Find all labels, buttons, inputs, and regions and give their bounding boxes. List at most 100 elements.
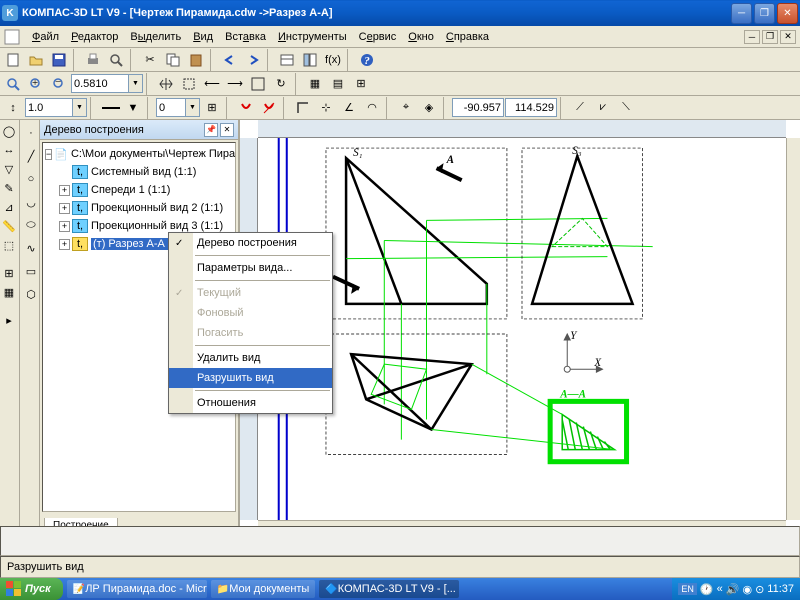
menu-file[interactable]: Файл — [26, 29, 65, 45]
tray-clock[interactable]: 11:37 — [767, 583, 794, 595]
style-button[interactable] — [99, 97, 121, 119]
tb-misc2[interactable]: ▤ — [327, 73, 349, 95]
ctx-current[interactable]: ✓Текущий — [169, 283, 332, 303]
lt-meas[interactable]: 📏 — [0, 217, 18, 235]
task-word[interactable]: 📝 ЛР Пирамида.doc - Micr... — [67, 580, 207, 598]
coord-x-input[interactable] — [452, 98, 504, 117]
menu-select[interactable]: Выделить — [124, 29, 187, 45]
tree-pin[interactable]: 📌 — [204, 123, 218, 137]
tb-grid[interactable]: ⊹ — [315, 97, 337, 119]
help-button[interactable]: ? — [356, 49, 378, 71]
tb-end1[interactable]: ⟋ — [569, 97, 591, 119]
expand-icon[interactable]: + — [59, 203, 70, 214]
ctx-destroy[interactable]: Разрушить вид — [169, 368, 332, 388]
tree-item-1[interactable]: + t, Спереди 1 (1:1) — [45, 181, 233, 199]
lt-assoc[interactable]: ⊞ — [0, 264, 18, 282]
pan-button[interactable] — [155, 73, 177, 95]
drawing-viewport[interactable]: S₁ А А S₃ — [258, 138, 786, 520]
scale-input[interactable] — [25, 98, 73, 117]
ctx-background[interactable]: Фоновый — [169, 303, 332, 323]
layer-input[interactable] — [156, 98, 186, 117]
tray-icon-4[interactable]: ◉ — [742, 583, 752, 596]
lt-spec[interactable]: ▦ — [0, 283, 18, 301]
tb-misc3[interactable]: ⊞ — [350, 73, 372, 95]
ctx-relations[interactable]: Отношения — [169, 393, 332, 413]
lt-sym[interactable]: ▽ — [0, 160, 18, 178]
tb-vars[interactable]: f(x) — [322, 49, 344, 71]
coord-y-input[interactable] — [505, 98, 557, 117]
scrollbar-vertical[interactable] — [786, 138, 800, 520]
zoom-input[interactable] — [71, 74, 129, 93]
lt-param[interactable]: ⊿ — [0, 198, 18, 216]
tree-item-0[interactable]: t, Системный вид (1:1) — [45, 163, 233, 181]
menu-window[interactable]: Окно — [402, 29, 440, 45]
expand-icon[interactable]: + — [59, 239, 70, 250]
layer-dropdown[interactable]: ▼ — [186, 98, 200, 117]
mdi-minimize[interactable]: ─ — [744, 30, 760, 44]
tree-root[interactable]: − 📄 С:\Мои документы\Чертеж Пира — [45, 145, 233, 163]
lt2-point[interactable]: · — [20, 122, 42, 144]
snap2-button[interactable] — [258, 97, 280, 119]
maximize-button[interactable]: ❐ — [754, 3, 775, 24]
tb-ortho[interactable] — [292, 97, 314, 119]
minimize-button[interactable]: ─ — [731, 3, 752, 24]
lt-more[interactable]: ▸ — [0, 311, 18, 329]
zoom-in-button[interactable]: + — [25, 73, 47, 95]
lt2-spline[interactable]: ∿ — [20, 237, 42, 259]
ctx-delete[interactable]: Удалить вид — [169, 348, 332, 368]
lt-edit[interactable]: ✎ — [0, 179, 18, 197]
expand-icon[interactable]: + — [59, 185, 70, 196]
lt-sel[interactable]: ⬚ — [0, 236, 18, 254]
menu-service[interactable]: Сервис — [353, 29, 403, 45]
mdi-close[interactable]: ✕ — [780, 30, 796, 44]
start-button[interactable]: Пуск — [0, 578, 63, 600]
undo-button[interactable] — [219, 49, 241, 71]
cut-button[interactable]: ✂ — [139, 49, 161, 71]
menu-insert[interactable]: Вставка — [219, 29, 272, 45]
menu-tools[interactable]: Инструменты — [272, 29, 353, 45]
lang-indicator[interactable]: EN — [678, 583, 697, 595]
lt-geom[interactable]: ◯ — [0, 122, 18, 140]
tb-misc1[interactable]: ▦ — [304, 73, 326, 95]
lt2-poly[interactable]: ⬡ — [20, 283, 42, 305]
zoom-dropdown[interactable]: ▼ — [129, 74, 143, 93]
tb-coord1[interactable]: ⌖ — [395, 97, 417, 119]
layer-manage[interactable]: ⊞ — [201, 97, 223, 119]
tray-icon-3[interactable]: 🔊 — [726, 583, 740, 596]
copy-button[interactable] — [162, 49, 184, 71]
current-state-button[interactable]: ↕ — [2, 97, 24, 119]
tb-angle[interactable]: ∠ — [338, 97, 360, 119]
zoom-next-button[interactable]: ⟶ — [224, 73, 246, 95]
style-drop[interactable]: ▼ — [122, 97, 144, 119]
expand-icon[interactable]: − — [45, 149, 52, 160]
snap-button[interactable] — [235, 97, 257, 119]
tb-coord2[interactable]: ◈ — [418, 97, 440, 119]
ctx-params[interactable]: Параметры вида... — [169, 258, 332, 278]
open-button[interactable] — [25, 49, 47, 71]
system-tray[interactable]: EN 🕐 « 🔊 ◉ ⊙ 11:37 — [672, 578, 800, 600]
menu-help[interactable]: Справка — [440, 29, 495, 45]
menu-edit[interactable]: Редактор — [65, 29, 124, 45]
lt2-ellipse[interactable]: ⬭ — [20, 214, 42, 236]
close-button[interactable]: ✕ — [777, 3, 798, 24]
tb-end3[interactable]: ⟍ — [615, 97, 637, 119]
lt2-circle[interactable]: ○ — [20, 168, 42, 190]
mdi-restore[interactable]: ❐ — [762, 30, 778, 44]
lt2-line[interactable]: ╱ — [20, 145, 42, 167]
task-kompas[interactable]: 🔷 КОМПАС-3D LT V9 - [... — [319, 580, 459, 598]
zoom-out-button[interactable]: − — [48, 73, 70, 95]
zoom-window-button[interactable] — [178, 73, 200, 95]
lt2-rect[interactable]: ▭ — [20, 260, 42, 282]
zoom-prev-button[interactable]: ⟵ — [201, 73, 223, 95]
task-explorer[interactable]: 📁 Мои документы — [211, 580, 316, 598]
tb-manager[interactable] — [299, 49, 321, 71]
tree-item-2[interactable]: + t, Проекционный вид 2 (1:1) — [45, 199, 233, 217]
redo-button[interactable] — [242, 49, 264, 71]
new-button[interactable] — [2, 49, 24, 71]
tray-icon-1[interactable]: 🕐 — [700, 583, 714, 596]
zoom-fit-button[interactable] — [2, 73, 24, 95]
tb-round[interactable]: ◠ — [361, 97, 383, 119]
print-button[interactable] — [82, 49, 104, 71]
save-button[interactable] — [48, 49, 70, 71]
zoom-all-button[interactable] — [247, 73, 269, 95]
